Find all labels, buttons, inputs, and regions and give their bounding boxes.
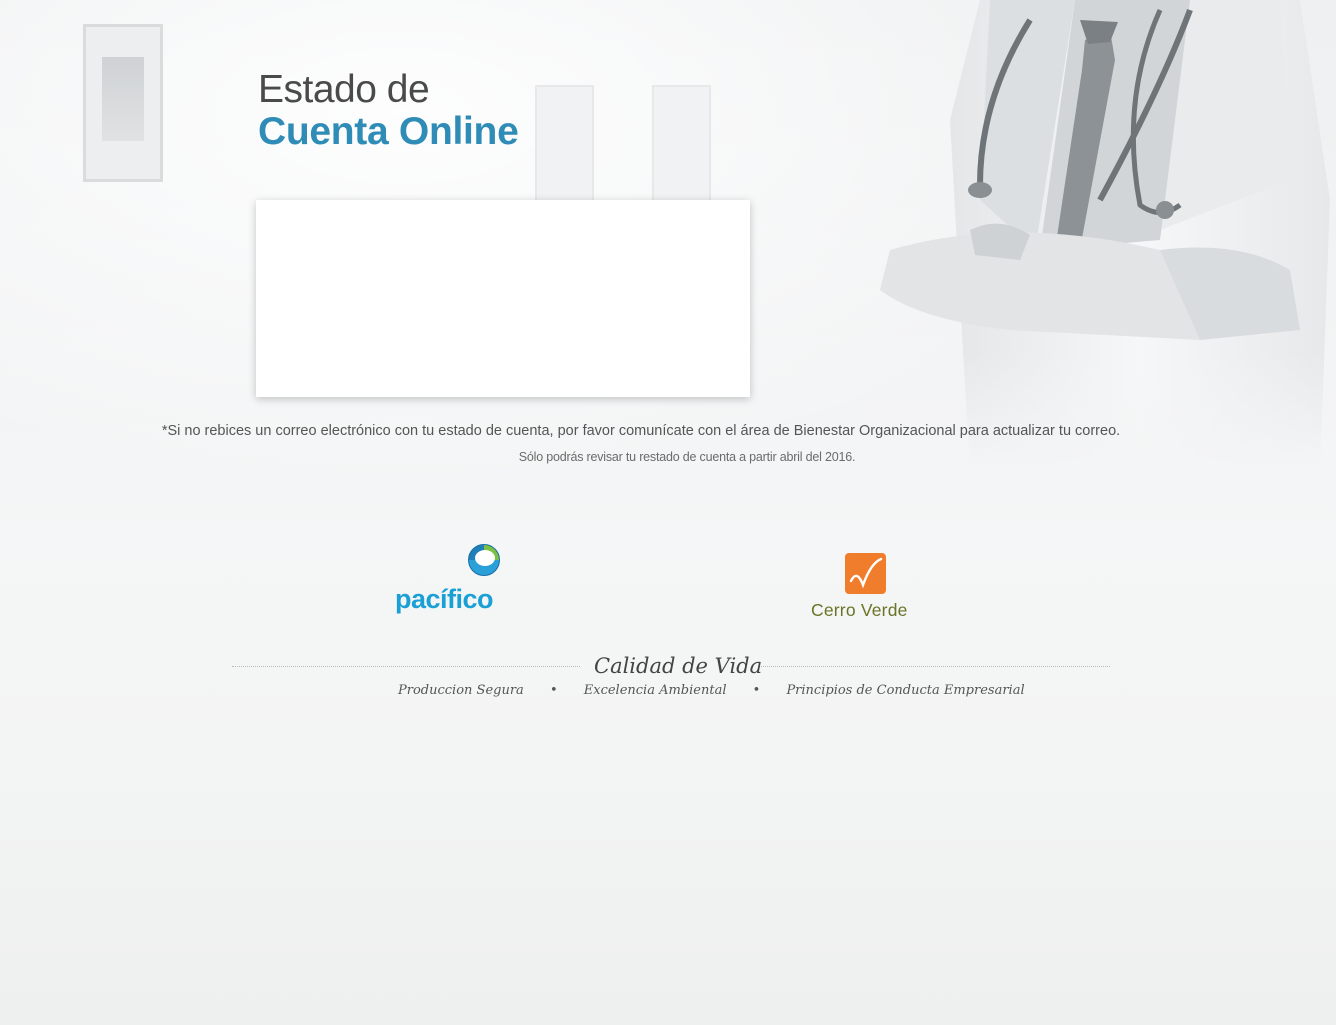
cerro-verde-mark (849, 557, 883, 589)
footer-tagline: Calidad de Vida (594, 654, 763, 678)
footer-divider-left (232, 666, 580, 667)
separator-dot: • (752, 683, 761, 698)
pacifico-logo: pacífico (394, 544, 506, 620)
footer-pillars: Produccion Segura • Excelencia Ambiental… (398, 683, 1025, 698)
pillar-produccion-segura: Produccion Segura (398, 683, 524, 698)
cerro-verde-logo: Cerro Verde (808, 553, 928, 623)
pacifico-logo-icon (468, 544, 500, 576)
wall-picture (102, 57, 144, 141)
separator-dot: • (549, 683, 558, 698)
page-title: Estado de Cuenta Online (258, 68, 519, 153)
wall-picture-frame (83, 24, 163, 182)
title-line-1: Estado de (258, 68, 430, 111)
availability-notice: Sólo podrás revisar tu restado de cuenta… (518, 450, 856, 464)
footer-divider-right (758, 666, 1110, 667)
pillar-excelencia-ambiental: Excelencia Ambiental (583, 683, 727, 698)
title-line-2: Cuenta Online (258, 110, 519, 153)
pillar-principios-conducta: Principios de Conducta Empresarial (786, 683, 1025, 698)
login-panel (256, 200, 750, 397)
cerro-verde-logo-text: Cerro Verde (811, 600, 908, 620)
doctor-image (860, 0, 1336, 470)
cerro-verde-logo-icon (845, 553, 886, 594)
pacifico-logo-text: pacífico (395, 584, 494, 614)
email-notice: *Si no rebices un correo electrónico con… (161, 423, 1121, 439)
